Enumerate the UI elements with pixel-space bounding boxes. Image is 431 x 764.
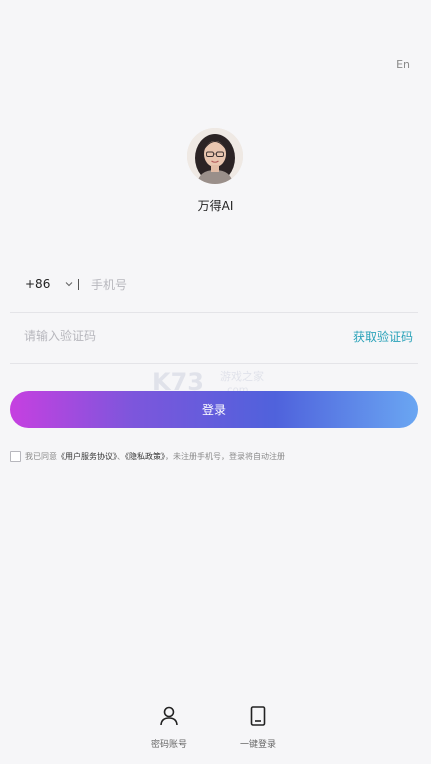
password-login-option[interactable]: 密码账号: [139, 705, 199, 750]
verification-code-row: 获取验证码: [10, 313, 418, 364]
country-code-selector[interactable]: +86: [25, 277, 50, 291]
phone-input[interactable]: [91, 274, 391, 296]
get-code-button[interactable]: 获取验证码: [353, 328, 413, 345]
phone-icon: [250, 706, 266, 726]
privacy-policy-link[interactable]: 《隐私政策》: [125, 452, 165, 461]
login-page: En 万得AI +86 获取验证码 K73 游戏之家 .com 登录: [0, 0, 431, 764]
login-button[interactable]: 登录: [10, 391, 418, 428]
verification-code-input[interactable]: [24, 325, 324, 347]
language-switch[interactable]: En: [396, 58, 410, 71]
one-click-login-label: 一键登录: [239, 740, 276, 750]
person-icon: [160, 706, 178, 726]
agreement-checkbox[interactable]: [10, 451, 21, 462]
avatar-portrait-icon: [187, 128, 243, 184]
agreement-row: 我已同意《用户服务协议》、《隐私政策》，未注册手机号，登录将自动注册: [10, 451, 425, 465]
agreement-suffix: ，未注册手机号，登录将自动注册: [165, 452, 285, 461]
agreement-prefix: 我已同意: [25, 452, 57, 461]
phone-row: +86: [10, 262, 418, 313]
one-click-login-option[interactable]: 一键登录: [228, 705, 288, 750]
chevron-down-icon[interactable]: [64, 279, 74, 289]
svg-text:游戏之家: 游戏之家: [220, 369, 264, 383]
avatar: [187, 128, 243, 184]
input-caret: [78, 279, 79, 290]
app-name: 万得AI: [197, 199, 234, 213]
password-login-label: 密码账号: [150, 740, 187, 750]
user-agreement-link[interactable]: 《用户服务协议》: [57, 452, 117, 461]
agreement-separator: 、: [117, 452, 125, 461]
